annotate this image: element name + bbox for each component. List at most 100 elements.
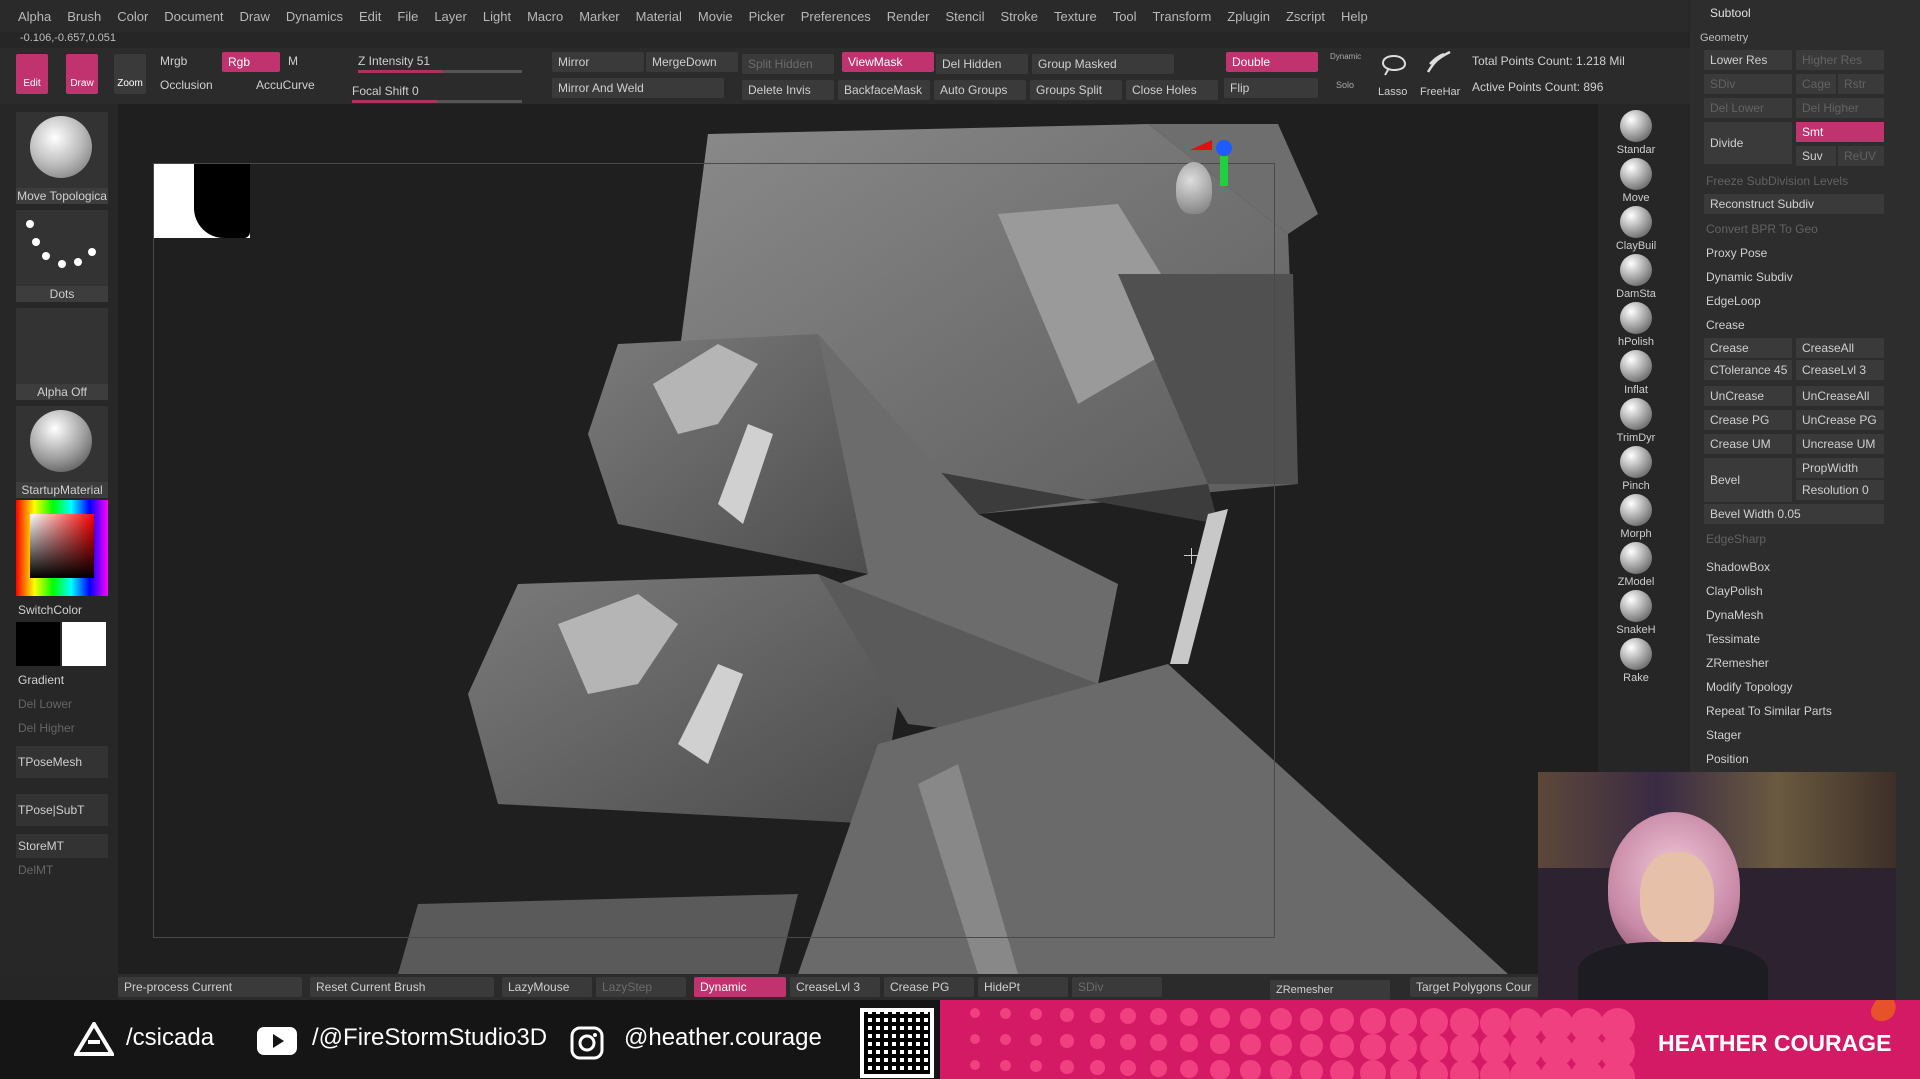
groups-split-button[interactable]: Groups Split bbox=[1030, 80, 1122, 100]
backfacemask-button[interactable]: BackfaceMask bbox=[838, 80, 930, 100]
suv-toggle[interactable]: Suv bbox=[1796, 146, 1836, 166]
uncrease-um-button[interactable]: Uncrease UM bbox=[1796, 434, 1884, 454]
focal-shift-track[interactable] bbox=[352, 100, 522, 103]
canvas-viewport[interactable] bbox=[118, 104, 1598, 974]
reconstruct-subdiv-button[interactable]: Reconstruct Subdiv bbox=[1704, 194, 1884, 214]
zremesher-bottom-button[interactable]: ZRemesher bbox=[1270, 980, 1390, 1000]
proxy-pose-section[interactable]: Proxy Pose bbox=[1700, 242, 1910, 264]
axis-y-handle[interactable] bbox=[1220, 156, 1228, 186]
freehand-button[interactable]: FreeHar bbox=[1420, 50, 1460, 98]
edgeloop-section[interactable]: EdgeLoop bbox=[1700, 290, 1910, 312]
crease-section-header[interactable]: Crease bbox=[1700, 314, 1910, 336]
cage-button[interactable]: Cage bbox=[1796, 74, 1836, 94]
higher-res-button[interactable]: Higher Res bbox=[1796, 50, 1884, 70]
solo-button[interactable]: Solo bbox=[1336, 80, 1354, 90]
menu-item-picker[interactable]: Picker bbox=[741, 9, 793, 24]
crease-pg-button[interactable]: Crease PG bbox=[1704, 410, 1792, 430]
uncrease-pg-button[interactable]: UnCrease PG bbox=[1796, 410, 1884, 430]
brush-move[interactable]: Move bbox=[1612, 158, 1660, 204]
mrgb-button[interactable]: Mrgb bbox=[160, 54, 187, 68]
brush-standar[interactable]: Standar bbox=[1612, 110, 1660, 156]
menu-item-file[interactable]: File bbox=[389, 9, 426, 24]
tpose-subt-button[interactable]: TPose|SubT bbox=[16, 794, 108, 826]
material-thumbnail[interactable]: StartupMaterial bbox=[16, 406, 108, 498]
tposemesh-button[interactable]: TPoseMesh bbox=[16, 746, 108, 778]
occlusion-button[interactable]: Occlusion bbox=[160, 78, 213, 92]
menu-item-tool[interactable]: Tool bbox=[1105, 9, 1145, 24]
brush-thumbnail[interactable]: Move Topologica bbox=[16, 112, 108, 204]
del-higher-panel-button[interactable]: Del Higher bbox=[1796, 98, 1884, 118]
edgesharp-slider[interactable]: EdgeSharp bbox=[1700, 528, 1910, 550]
dynamesh-section[interactable]: DynaMesh bbox=[1700, 604, 1910, 626]
dynamic-toggle[interactable]: Dynamic bbox=[694, 977, 786, 997]
lasso-button[interactable]: Lasso bbox=[1378, 54, 1407, 98]
menu-item-movie[interactable]: Movie bbox=[690, 9, 741, 24]
brush-morph[interactable]: Morph bbox=[1612, 494, 1660, 540]
menu-item-transform[interactable]: Transform bbox=[1145, 9, 1220, 24]
close-holes-button[interactable]: Close Holes bbox=[1126, 80, 1218, 100]
del-lower-button[interactable]: Del Lower bbox=[16, 692, 108, 716]
menu-item-light[interactable]: Light bbox=[475, 9, 519, 24]
claypolish-section[interactable]: ClayPolish bbox=[1700, 580, 1910, 602]
delmt-button[interactable]: DelMT bbox=[16, 858, 108, 882]
split-hidden-button[interactable]: Split Hidden bbox=[742, 54, 834, 74]
smt-toggle[interactable]: Smt bbox=[1796, 122, 1884, 142]
brush-hpolish[interactable]: hPolish bbox=[1612, 302, 1660, 348]
delete-invis-button[interactable]: Delete Invis bbox=[742, 80, 834, 100]
auto-groups-button[interactable]: Auto Groups bbox=[934, 80, 1026, 100]
sdiv-bottom-slider[interactable]: SDiv bbox=[1072, 977, 1162, 997]
menu-item-zplugin[interactable]: Zplugin bbox=[1219, 9, 1278, 24]
menu-item-zscript[interactable]: Zscript bbox=[1278, 9, 1333, 24]
main-color-swatch[interactable] bbox=[62, 622, 106, 666]
uncreaseall-button[interactable]: UnCreaseAll bbox=[1796, 386, 1884, 406]
color-picker[interactable] bbox=[16, 500, 108, 596]
brush-inflat[interactable]: Inflat bbox=[1612, 350, 1660, 396]
geometry-section-header[interactable]: Geometry bbox=[1700, 32, 1910, 44]
uncrease-button[interactable]: UnCrease bbox=[1704, 386, 1792, 406]
menu-item-preferences[interactable]: Preferences bbox=[793, 9, 879, 24]
mergedown-button[interactable]: MergeDown bbox=[646, 52, 738, 72]
repeat-similar-section[interactable]: Repeat To Similar Parts bbox=[1700, 700, 1910, 722]
bevel-button[interactable]: Bevel bbox=[1704, 458, 1792, 502]
lazystep-slider[interactable]: LazyStep bbox=[596, 977, 686, 997]
menu-item-material[interactable]: Material bbox=[628, 9, 690, 24]
freeze-subdivision-button[interactable]: Freeze SubDivision Levels bbox=[1700, 170, 1910, 192]
navigation-gizmo[interactable] bbox=[1176, 140, 1242, 230]
menu-item-macro[interactable]: Macro bbox=[519, 9, 571, 24]
switchcolor-button[interactable]: SwitchColor bbox=[16, 598, 108, 622]
brush-damsta[interactable]: DamSta bbox=[1612, 254, 1660, 300]
sdiv-slider[interactable]: SDiv bbox=[1704, 74, 1792, 94]
brush-trimdyr[interactable]: TrimDyr bbox=[1612, 398, 1660, 444]
crease-um-button[interactable]: Crease UM bbox=[1704, 434, 1792, 454]
menu-item-dynamics[interactable]: Dynamics bbox=[278, 9, 351, 24]
brush-rake[interactable]: Rake bbox=[1612, 638, 1660, 684]
convert-bpr-button[interactable]: Convert BPR To Geo bbox=[1700, 218, 1910, 240]
menu-item-layer[interactable]: Layer bbox=[426, 9, 475, 24]
lazymouse-button[interactable]: LazyMouse bbox=[502, 977, 592, 997]
ctolerance-slider[interactable]: CTolerance 45 bbox=[1704, 360, 1792, 380]
stager-section[interactable]: Stager bbox=[1700, 724, 1910, 746]
menu-item-alpha[interactable]: Alpha bbox=[10, 9, 59, 24]
hidept-button[interactable]: HidePt bbox=[978, 977, 1068, 997]
menu-item-stroke[interactable]: Stroke bbox=[992, 9, 1046, 24]
brush-pinch[interactable]: Pinch bbox=[1612, 446, 1660, 492]
menu-item-stencil[interactable]: Stencil bbox=[937, 9, 992, 24]
brush-zmodel[interactable]: ZModel bbox=[1612, 542, 1660, 588]
creaselvl-slider[interactable]: CreaseLvl 3 bbox=[1796, 360, 1884, 380]
rgb-button[interactable]: Rgb bbox=[222, 52, 280, 72]
brush-claybuil[interactable]: ClayBuil bbox=[1612, 206, 1660, 252]
mirror-button[interactable]: Mirror bbox=[552, 52, 644, 72]
divide-button[interactable]: Divide bbox=[1704, 122, 1792, 164]
propwidth-toggle[interactable]: PropWidth bbox=[1796, 458, 1884, 478]
color-square[interactable] bbox=[30, 514, 94, 578]
menu-item-render[interactable]: Render bbox=[879, 9, 938, 24]
storemt-button[interactable]: StoreMT bbox=[16, 834, 108, 858]
menu-item-draw[interactable]: Draw bbox=[232, 9, 278, 24]
navigation-thumbnail[interactable] bbox=[154, 164, 250, 238]
del-hidden-button[interactable]: Del Hidden bbox=[936, 54, 1028, 74]
m-button[interactable]: M bbox=[288, 54, 298, 68]
group-masked-button[interactable]: Group Masked bbox=[1032, 54, 1174, 74]
lower-res-button[interactable]: Lower Res bbox=[1704, 50, 1792, 70]
reuv-button[interactable]: ReUV bbox=[1838, 146, 1884, 166]
preprocess-current-button[interactable]: Pre-process Current bbox=[118, 977, 302, 997]
